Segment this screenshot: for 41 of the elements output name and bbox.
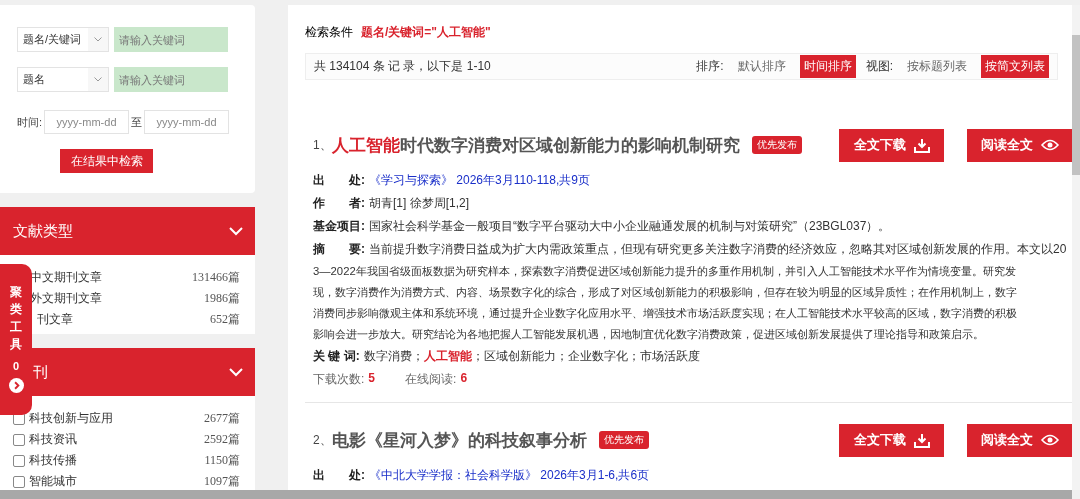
condition-value: 题名/关键词="人工智能" — [361, 24, 491, 41]
field-label: 关 键 词: — [313, 348, 360, 365]
abstract-text: 现，数字消费作为消费方式、内容、场景数字化的综合，形成了对区域创新能力的积极影响，但存在较为明显的区域异质性；在作用机制上，数字 — [313, 285, 1018, 300]
field-label: 出 处: — [313, 467, 365, 484]
stat-label: 在线阅读: — [405, 371, 457, 388]
priority-badge: 优先发布 — [751, 136, 802, 154]
time-label: 时间: — [17, 114, 43, 130]
field-label: 作 者: — [313, 195, 365, 212]
facet-item-count: 2677篇 — [204, 410, 240, 427]
facet-item-count: 131466篇 — [192, 269, 240, 286]
abstract-text: 当前提升数字消费日益成为扩大内需政策重点，但现有研究更多关注数字消费的经济效应，忽略其对区域创新发展的作用。本文以20 — [369, 241, 1067, 258]
abstract-text: 影响会进一步放大。研究结论为各地把握人工智能发展机遇，因地制宜优化数字消费政策，促进区域创新发展提供了理论指导和政策启示。 — [313, 327, 985, 342]
date-separator: 至 — [131, 114, 143, 130]
facet-item-count: 1986篇 — [204, 290, 240, 307]
facet-title: 文献类型 — [13, 221, 73, 241]
facet-title: 刊 — [33, 362, 48, 382]
facet-item-count: 1097篇 — [204, 473, 240, 490]
sort-label: 排序: — [696, 58, 724, 75]
facet-item-count: 652篇 — [210, 311, 240, 328]
view-label: 视图: — [865, 58, 893, 75]
facet-item-count: 2592篇 — [204, 431, 240, 448]
field-value: 胡青[1] 徐梦周[1,2] — [369, 195, 470, 212]
field-label: 基金项目: — [313, 218, 365, 235]
result-index: 2、 — [313, 431, 332, 449]
stat-value: 5 — [368, 371, 376, 387]
stat-value: 6 — [460, 371, 468, 387]
separator: ； — [471, 348, 484, 365]
separator: ； — [627, 348, 640, 365]
condition-label: 检索条件 — [305, 24, 353, 41]
separator: ； — [555, 348, 568, 365]
field-value: 国家社会科学基金一般项目“数字平台驱动大中小企业融通发展的机制与对策研究”（23BGL037）。 — [369, 218, 891, 235]
separator: ； — [411, 348, 424, 365]
result-index: 1、 — [313, 136, 332, 154]
priority-badge: 优先发布 — [598, 431, 649, 449]
stat-label: 下载次数: — [313, 371, 365, 388]
facet-item-count: 1150篇 — [204, 452, 240, 469]
field-label: 出 处: — [313, 172, 365, 189]
abstract-text: 3—2022年我国省级面板数据为研究样本，探索数字消费促进区域创新能力提升的多重作用机制，并引入人工智能技术水平作为情境变量。研究发 — [313, 264, 1017, 279]
field-label: 摘 要: — [313, 241, 365, 258]
result-summary: 共 134104 条 记 录，以下是 1-10 — [314, 59, 491, 73]
abstract-text: 消费同步影响微观主体和系统环境，通过提升企业数字化应用水平、增强技术市场活跃度实现；在人工智能技术水平较高的区域，数字消费的积极 — [313, 306, 1018, 321]
